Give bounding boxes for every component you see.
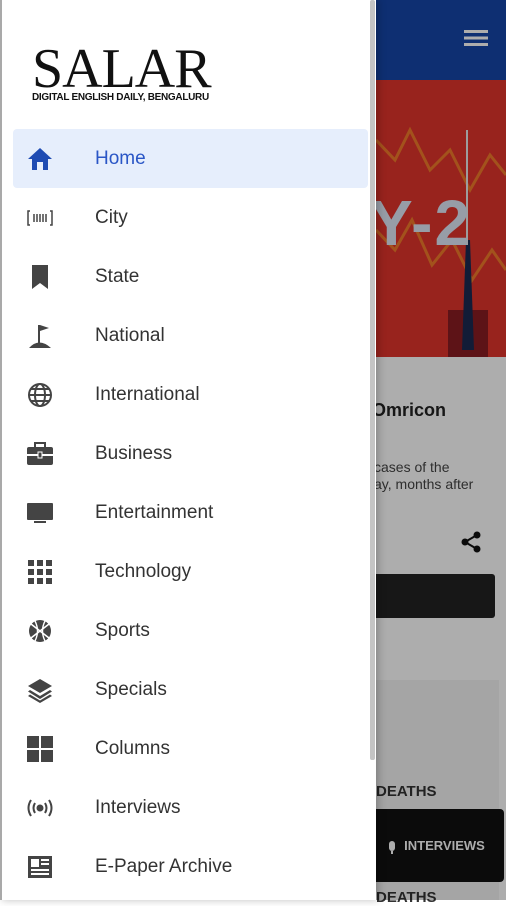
drawer-nav-list: Home City State National International B… bbox=[13, 129, 368, 896]
nav-label: Interviews bbox=[95, 797, 181, 818]
nav-label: Business bbox=[95, 443, 173, 464]
grid-icon bbox=[26, 558, 54, 586]
nav-label: Entertainment bbox=[95, 502, 214, 523]
nav-item-entertainment[interactable]: Entertainment bbox=[13, 483, 368, 542]
nav-item-city[interactable]: City bbox=[13, 188, 368, 247]
nav-item-international[interactable]: International bbox=[13, 365, 368, 424]
nav-label: Specials bbox=[95, 679, 167, 700]
logo-subtitle: DIGITAL ENGLISH DAILY, BENGALURU bbox=[32, 92, 209, 103]
navigation-drawer: SALAR DIGITAL ENGLISH DAILY, BENGALURU H… bbox=[0, 0, 376, 900]
flag-icon bbox=[26, 322, 54, 350]
logo-title: SALAR bbox=[32, 38, 212, 100]
nav-label: City bbox=[95, 207, 128, 228]
nav-label: National bbox=[95, 325, 165, 346]
home-icon bbox=[26, 145, 54, 173]
nav-label: Home bbox=[95, 148, 146, 169]
basketball-icon bbox=[26, 617, 54, 645]
city-icon bbox=[26, 204, 54, 232]
nav-label: Technology bbox=[95, 561, 192, 582]
drawer-scrollbar[interactable] bbox=[370, 0, 375, 760]
nav-item-home[interactable]: Home bbox=[13, 129, 368, 188]
nav-item-e-paper-archive[interactable]: E-Paper Archive bbox=[13, 837, 368, 896]
globe-icon bbox=[26, 381, 54, 409]
newspaper-icon bbox=[26, 853, 54, 881]
nav-item-specials[interactable]: Specials bbox=[13, 660, 368, 719]
layers-icon bbox=[26, 676, 54, 704]
nav-label: State bbox=[95, 266, 140, 287]
nav-item-technology[interactable]: Technology bbox=[13, 542, 368, 601]
nav-label: Columns bbox=[95, 738, 170, 759]
columns-icon bbox=[26, 735, 54, 763]
nav-item-columns[interactable]: Columns bbox=[13, 719, 368, 778]
tv-icon bbox=[26, 499, 54, 527]
nav-item-business[interactable]: Business bbox=[13, 424, 368, 483]
nav-item-interviews[interactable]: Interviews bbox=[13, 778, 368, 837]
bookmark-icon bbox=[26, 263, 54, 291]
nav-item-national[interactable]: National bbox=[13, 306, 368, 365]
briefcase-icon bbox=[26, 440, 54, 468]
nav-item-state[interactable]: State bbox=[13, 247, 368, 306]
nav-label: E-Paper Archive bbox=[95, 856, 233, 877]
nav-label: International bbox=[95, 384, 200, 405]
nav-item-sports[interactable]: Sports bbox=[13, 601, 368, 660]
salar-logo[interactable]: SALAR DIGITAL ENGLISH DAILY, BENGALURU bbox=[32, 38, 212, 103]
nav-label: Sports bbox=[95, 620, 150, 641]
broadcast-icon bbox=[26, 794, 54, 822]
